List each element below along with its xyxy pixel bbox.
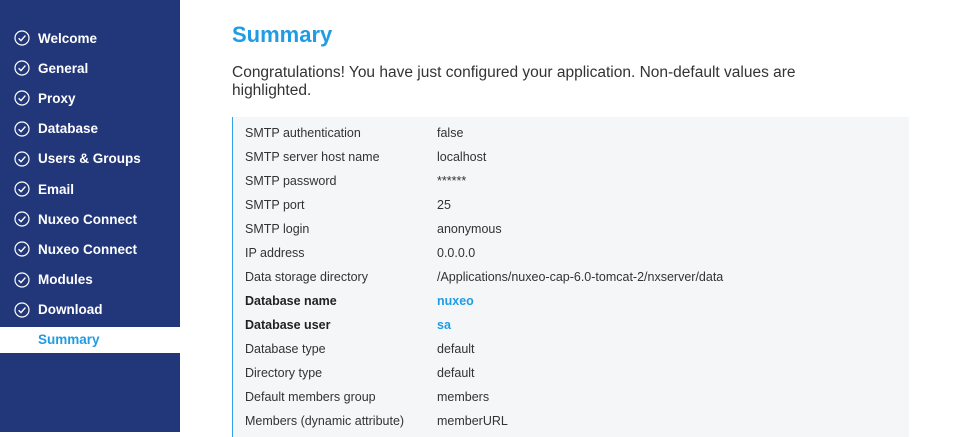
step-users-groups[interactable]: Users & Groups (0, 144, 180, 174)
check-circle-icon (14, 151, 30, 167)
step-nuxeo-connect-1[interactable]: Nuxeo Connect (0, 204, 180, 234)
step-label: Email (38, 181, 75, 197)
step-database[interactable]: Database (0, 114, 180, 144)
step-label: Welcome (38, 30, 98, 46)
row-key: SMTP login (245, 222, 310, 236)
step-modules[interactable]: Modules (0, 265, 180, 295)
row-value: 0.0.0.0 (437, 246, 476, 260)
row-key: Database type (245, 342, 326, 356)
row-value: anonymous (437, 222, 502, 236)
intro-text: Congratulations! You have just configure… (232, 64, 796, 99)
table-row: Database type default (245, 337, 723, 361)
step-email[interactable]: Email (0, 174, 180, 204)
row-value: members (437, 390, 490, 404)
row-key: Data storage directory (245, 270, 368, 284)
check-circle-icon (14, 60, 30, 76)
table-row: SMTP password ****** (245, 169, 723, 193)
table-row: SMTP login anonymous (245, 217, 723, 241)
step-label: Summary (38, 332, 100, 348)
check-circle-icon (14, 302, 30, 318)
check-circle-icon (14, 211, 30, 227)
row-value: /Applications/nuxeo-cap-6.0-tomcat-2/nxs… (437, 270, 724, 284)
step-download[interactable]: Download (0, 295, 180, 325)
step-label: General (38, 60, 89, 76)
step-label: Database (38, 121, 99, 137)
step-summary[interactable]: Summary (0, 326, 180, 353)
step-label: Nuxeo Connect (38, 241, 138, 257)
row-key: SMTP server host name (245, 150, 380, 164)
step-label: Download (38, 302, 103, 318)
row-key: Directory type (245, 366, 323, 380)
step-nuxeo-connect-2[interactable]: Nuxeo Connect (0, 234, 180, 264)
check-circle-icon (14, 181, 30, 197)
table-row: Directory type default (245, 361, 723, 385)
row-value: sa (437, 318, 451, 332)
step-welcome[interactable]: Welcome (0, 23, 180, 53)
check-circle-icon (14, 271, 30, 288)
row-value: ****** (437, 174, 467, 188)
check-circle-icon (14, 90, 30, 107)
check-circle-icon (14, 121, 30, 137)
table-row: Database user sa (245, 313, 723, 337)
table-row: Database name nuxeo (245, 289, 723, 313)
row-value: localhost (437, 150, 487, 164)
table-row: SMTP server host name localhost (245, 145, 723, 169)
wizard-steps: Welcome General Proxy Database Users & G… (0, 23, 180, 353)
table-row: SMTP authentication false (245, 121, 723, 145)
row-key: Database name (245, 294, 337, 308)
row-key: SMTP port (245, 198, 305, 212)
table-row: Data storage directory/Applications/nuxe… (245, 265, 723, 289)
step-proxy[interactable]: Proxy (0, 83, 180, 113)
table-row: Default members group members (245, 385, 723, 409)
summary-table: SMTP authentication false SMTP server host… (232, 117, 909, 437)
step-general[interactable]: General (0, 53, 180, 83)
sidebar: Welcome General Proxy Database Users & G… (0, 0, 180, 432)
step-label: Nuxeo Connect (38, 211, 138, 227)
table-row: SMTP port 25 (245, 193, 723, 217)
table-row: IP address 0.0.0.0 (245, 241, 723, 265)
step-label: Users & Groups (38, 151, 141, 167)
row-value: nuxeo (437, 294, 474, 308)
row-value: false (437, 126, 464, 140)
row-key: Default members group (245, 390, 376, 404)
row-value: memberURL (437, 414, 508, 428)
row-key: Database user (245, 318, 331, 332)
row-value: default (437, 366, 475, 380)
row-key: Members (dynamic attribute) (245, 414, 405, 428)
check-circle-icon (14, 30, 30, 46)
table-row: Members (dynamic attribute) memberURL (245, 409, 723, 433)
row-key: SMTP authentication (245, 126, 361, 140)
row-value: 25 (437, 198, 451, 212)
row-key: SMTP password (245, 174, 337, 188)
summary-rows: SMTP authentication false SMTP server host… (245, 121, 723, 433)
row-key: IP address (245, 246, 305, 260)
check-circle-icon (14, 241, 30, 258)
row-value: default (437, 342, 475, 356)
step-label: Modules (38, 272, 93, 288)
step-label: Proxy (38, 90, 76, 106)
page-title: Summary (232, 22, 333, 47)
